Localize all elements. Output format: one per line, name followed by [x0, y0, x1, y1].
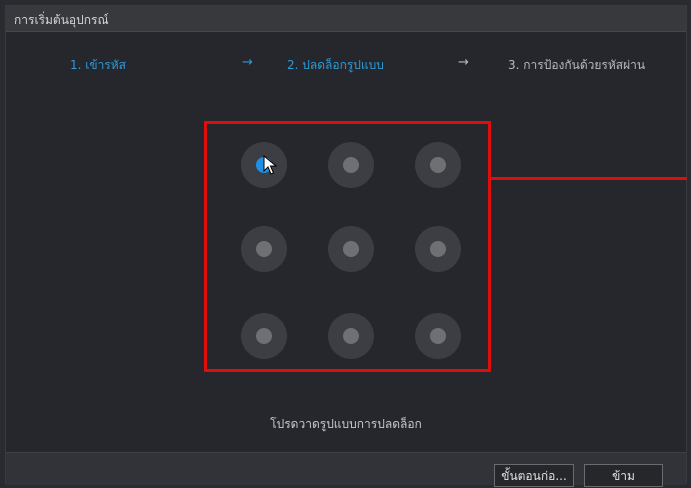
pattern-dot-9[interactable] [415, 313, 461, 359]
pattern-dot-6[interactable] [415, 226, 461, 272]
pattern-dot-center [256, 241, 272, 257]
pattern-dot-2[interactable] [328, 142, 374, 188]
wizard-steps: 1. เข้ารหัส → 2. ปลดล็อกรูปแบบ → 3. การป… [6, 55, 686, 76]
footer-bar: ขั้นตอนก่อ... ข้าม [6, 452, 686, 487]
pattern-dot-5[interactable] [328, 226, 374, 272]
highlight-callout-line [491, 177, 687, 180]
title-bar: การเริ่มต้นอุปกรณ์ [6, 6, 686, 32]
pattern-dot-4[interactable] [241, 226, 287, 272]
step-arrow-1: → [242, 55, 253, 70]
pattern-dot-center [430, 328, 446, 344]
pattern-dot-7[interactable] [241, 313, 287, 359]
draw-pattern-hint: โปรดวาดรูปแบบการปลดล็อก [270, 417, 422, 431]
pattern-dot-center [343, 241, 359, 257]
pattern-dot-center [430, 241, 446, 257]
pattern-dot-center [343, 328, 359, 344]
previous-step-button[interactable]: ขั้นตอนก่อ... [494, 464, 574, 487]
pattern-dot-center [256, 328, 272, 344]
step-pattern-unlock: 2. ปลดล็อกรูปแบบ [287, 58, 384, 72]
pattern-dot-center [430, 157, 446, 173]
pattern-dot-3[interactable] [415, 142, 461, 188]
pattern-dot-8[interactable] [328, 313, 374, 359]
pattern-dot-center [343, 157, 359, 173]
step-encryption: 1. เข้ารหัส [70, 58, 126, 72]
skip-button[interactable]: ข้าม [584, 464, 663, 487]
step-password-protection: 3. การป้องกันด้วยรหัสผ่าน [508, 58, 646, 72]
mouse-cursor-icon [263, 155, 277, 175]
window-title: การเริ่มต้นอุปกรณ์ [14, 13, 109, 27]
step-arrow-2: → [458, 55, 469, 70]
